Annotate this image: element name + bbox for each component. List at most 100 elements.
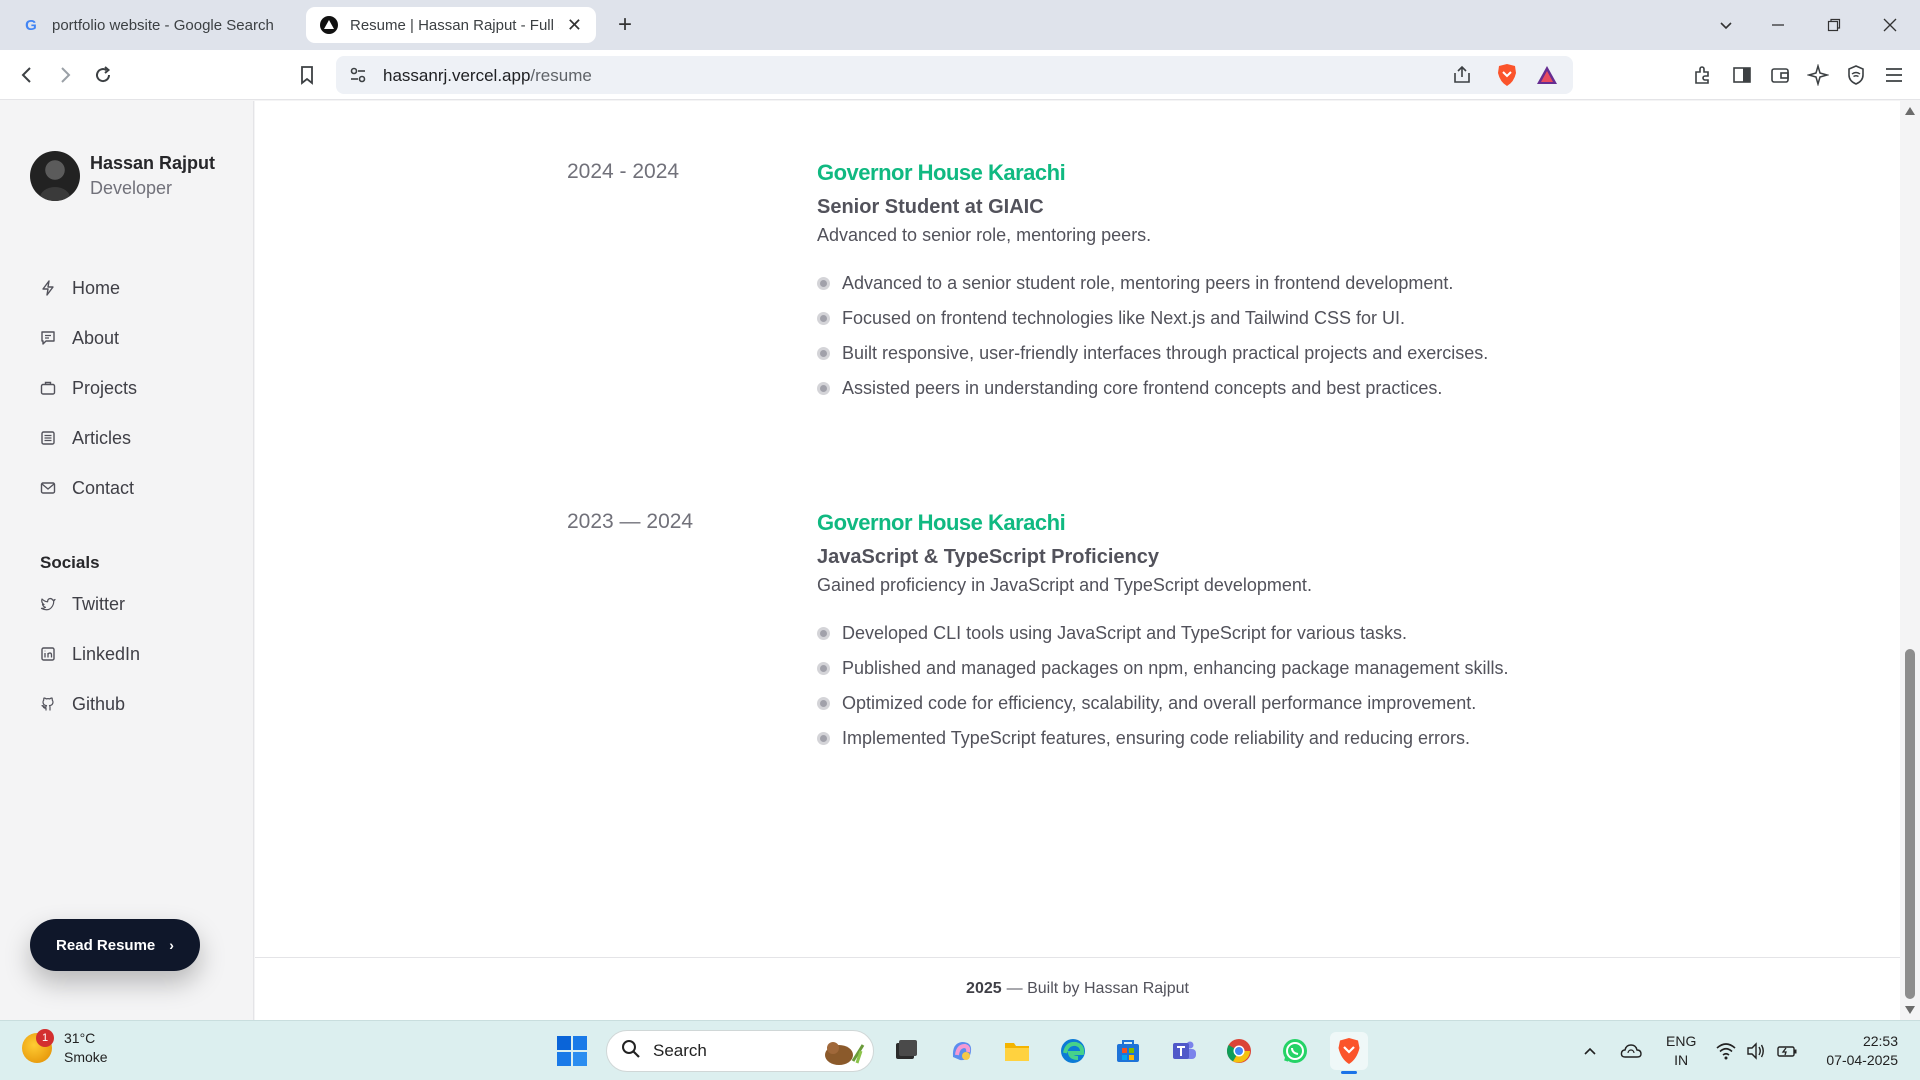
bolt-icon <box>40 280 62 296</box>
language-code: ENG <box>1666 1033 1697 1049</box>
sidebar-toggle-icon[interactable] <box>1727 60 1757 90</box>
scrollbar-thumb[interactable] <box>1905 649 1915 999</box>
sidebar-item-contact[interactable]: Contact <box>40 463 137 513</box>
taskbar-app-copilot[interactable] <box>943 1032 981 1070</box>
brave-rewards-icon[interactable] <box>1535 64 1559 91</box>
wallet-icon[interactable] <box>1765 60 1795 90</box>
entry-description: Advanced to senior role, mentoring peers… <box>817 225 1152 245</box>
wifi-icon[interactable] <box>1716 1021 1736 1080</box>
taskbar-app-chrome[interactable] <box>1220 1032 1258 1070</box>
avatar <box>30 151 80 201</box>
close-window-icon[interactable] <box>1862 0 1918 50</box>
list-item: Built responsive, user-friendly interfac… <box>817 336 1717 371</box>
bookmark-icon[interactable] <box>292 60 322 90</box>
minimize-icon[interactable] <box>1750 0 1806 50</box>
weather-condition: Smoke <box>64 1049 108 1065</box>
taskbar-app-edge[interactable] <box>1054 1032 1092 1070</box>
taskbar-app-store[interactable] <box>1109 1032 1147 1070</box>
language-region: IN <box>1674 1052 1689 1068</box>
page-scrollbar[interactable] <box>1900 101 1920 1020</box>
socials-heading: Socials <box>40 553 100 572</box>
entry-date: 2023 — 2024 <box>567 510 694 533</box>
bullet-icon <box>817 312 830 325</box>
twitter-icon <box>40 596 62 612</box>
list-item: Advanced to a senior student role, mento… <box>817 266 1717 301</box>
new-tab-button[interactable]: + <box>610 10 640 40</box>
sidebar-item-about[interactable]: About <box>40 313 137 363</box>
weather-widget[interactable]: 1 31°C Smoke <box>22 1029 108 1067</box>
entry-bullets: Advanced to a senior student role, mento… <box>817 266 1717 406</box>
search-label: Search <box>653 1041 707 1060</box>
scroll-down-arrow-icon[interactable] <box>1905 1006 1915 1014</box>
close-tab-icon[interactable]: ✕ <box>567 15 582 36</box>
bullet-text: Implemented TypeScript features, ensurin… <box>842 728 1470 748</box>
share-icon[interactable] <box>1451 64 1473 91</box>
reload-icon[interactable] <box>88 60 118 90</box>
sidebar-item-articles[interactable]: Articles <box>40 413 137 463</box>
list-item: Assisted peers in understanding core fro… <box>817 371 1717 406</box>
footer-text: — Built by Hassan Rajput <box>1006 980 1189 997</box>
taskbar-app-brave[interactable] <box>1330 1032 1368 1074</box>
chat-icon <box>40 330 62 346</box>
sidebar: Hassan Rajput Developer Home About Proje… <box>0 101 254 1020</box>
forward-arrow-icon[interactable] <box>50 60 80 90</box>
vpn-shield-icon[interactable] <box>1841 60 1871 90</box>
browser-toolbar: hassanrj.vercel.app/resume <box>0 50 1920 100</box>
sidebar-item-home[interactable]: Home <box>40 263 137 313</box>
back-arrow-icon[interactable] <box>12 60 42 90</box>
tab-google-search[interactable]: G portfolio website - Google Search <box>8 7 298 43</box>
read-resume-button[interactable]: Read Resume › <box>30 919 200 971</box>
taskbar-app-file-explorer[interactable] <box>998 1032 1036 1070</box>
mail-icon <box>40 480 62 496</box>
volume-icon[interactable] <box>1746 1021 1766 1080</box>
start-button[interactable] <box>556 1035 588 1072</box>
social-twitter[interactable]: Twitter <box>40 579 140 629</box>
menu-icon[interactable] <box>1879 60 1909 90</box>
sidebar-item-projects[interactable]: Projects <box>40 363 137 413</box>
social-label: Github <box>72 693 126 714</box>
footer-year: 2025 <box>966 980 1002 997</box>
taskbar-search[interactable]: Search <box>606 1030 874 1072</box>
bullet-text: Assisted peers in understanding core fro… <box>842 378 1443 398</box>
sidebar-item-label: About <box>72 327 120 348</box>
taskbar: 1 31°C Smoke Search ENG IN 22:53 07-04-2… <box>0 1020 1920 1080</box>
restore-icon[interactable] <box>1806 0 1862 50</box>
entry-organization: Governor House Karachi <box>817 510 1066 535</box>
system-clock[interactable]: 22:53 07-04-2025 <box>1818 1032 1898 1070</box>
taskbar-app-task-view[interactable] <box>887 1032 925 1070</box>
scroll-up-arrow-icon[interactable] <box>1905 107 1915 115</box>
read-resume-label: Read Resume <box>56 936 156 954</box>
search-highlight-icon <box>813 1035 865 1067</box>
brave-shields-icon[interactable] <box>1496 63 1518 92</box>
extensions-icon[interactable] <box>1688 60 1718 90</box>
page-footer: 2025 — Built by Hassan Rajput <box>255 957 1900 1020</box>
tab-resume[interactable]: Resume | Hassan Rajput - Full Stack Deve… <box>306 7 596 43</box>
taskbar-app-teams[interactable] <box>1165 1032 1203 1070</box>
sidebar-item-label: Articles <box>72 427 132 448</box>
bullet-icon <box>817 277 830 290</box>
address-bar[interactable]: hassanrj.vercel.app/resume <box>336 56 1573 94</box>
list-item: Focused on frontend technologies like Ne… <box>817 301 1717 336</box>
url-path: /resume <box>530 66 592 85</box>
sidebar-nav: Home About Projects Articles Contact <box>40 263 137 513</box>
weather-icon: 1 <box>22 1029 54 1063</box>
entry-role: JavaScript & TypeScript Proficiency <box>817 546 1159 568</box>
entry-role: Senior Student at GIAIC <box>817 196 1044 218</box>
profile[interactable]: Hassan Rajput Developer <box>30 151 215 201</box>
tab-title: portfolio website - Google Search <box>52 16 274 34</box>
language-indicator[interactable]: ENG IN <box>1666 1032 1696 1070</box>
tab-title: Resume | Hassan Rajput - Full Stack Deve… <box>350 16 559 34</box>
temperature: 31°C <box>64 1030 96 1046</box>
battery-icon[interactable] <box>1776 1021 1798 1080</box>
bullet-icon <box>817 732 830 745</box>
social-github[interactable]: Github <box>40 679 140 729</box>
show-hidden-icons-chevron-icon[interactable] <box>1582 1021 1598 1080</box>
bullet-icon <box>817 662 830 675</box>
site-settings-icon[interactable] <box>348 65 368 90</box>
cloud-sync-icon[interactable] <box>1620 1021 1642 1080</box>
leo-ai-icon[interactable] <box>1803 60 1833 90</box>
entry-date: 2024 - 2024 <box>567 160 680 183</box>
tab-search-chevron-icon[interactable] <box>1698 0 1754 50</box>
taskbar-app-whatsapp[interactable] <box>1276 1032 1314 1070</box>
social-linkedin[interactable]: LinkedIn <box>40 629 140 679</box>
